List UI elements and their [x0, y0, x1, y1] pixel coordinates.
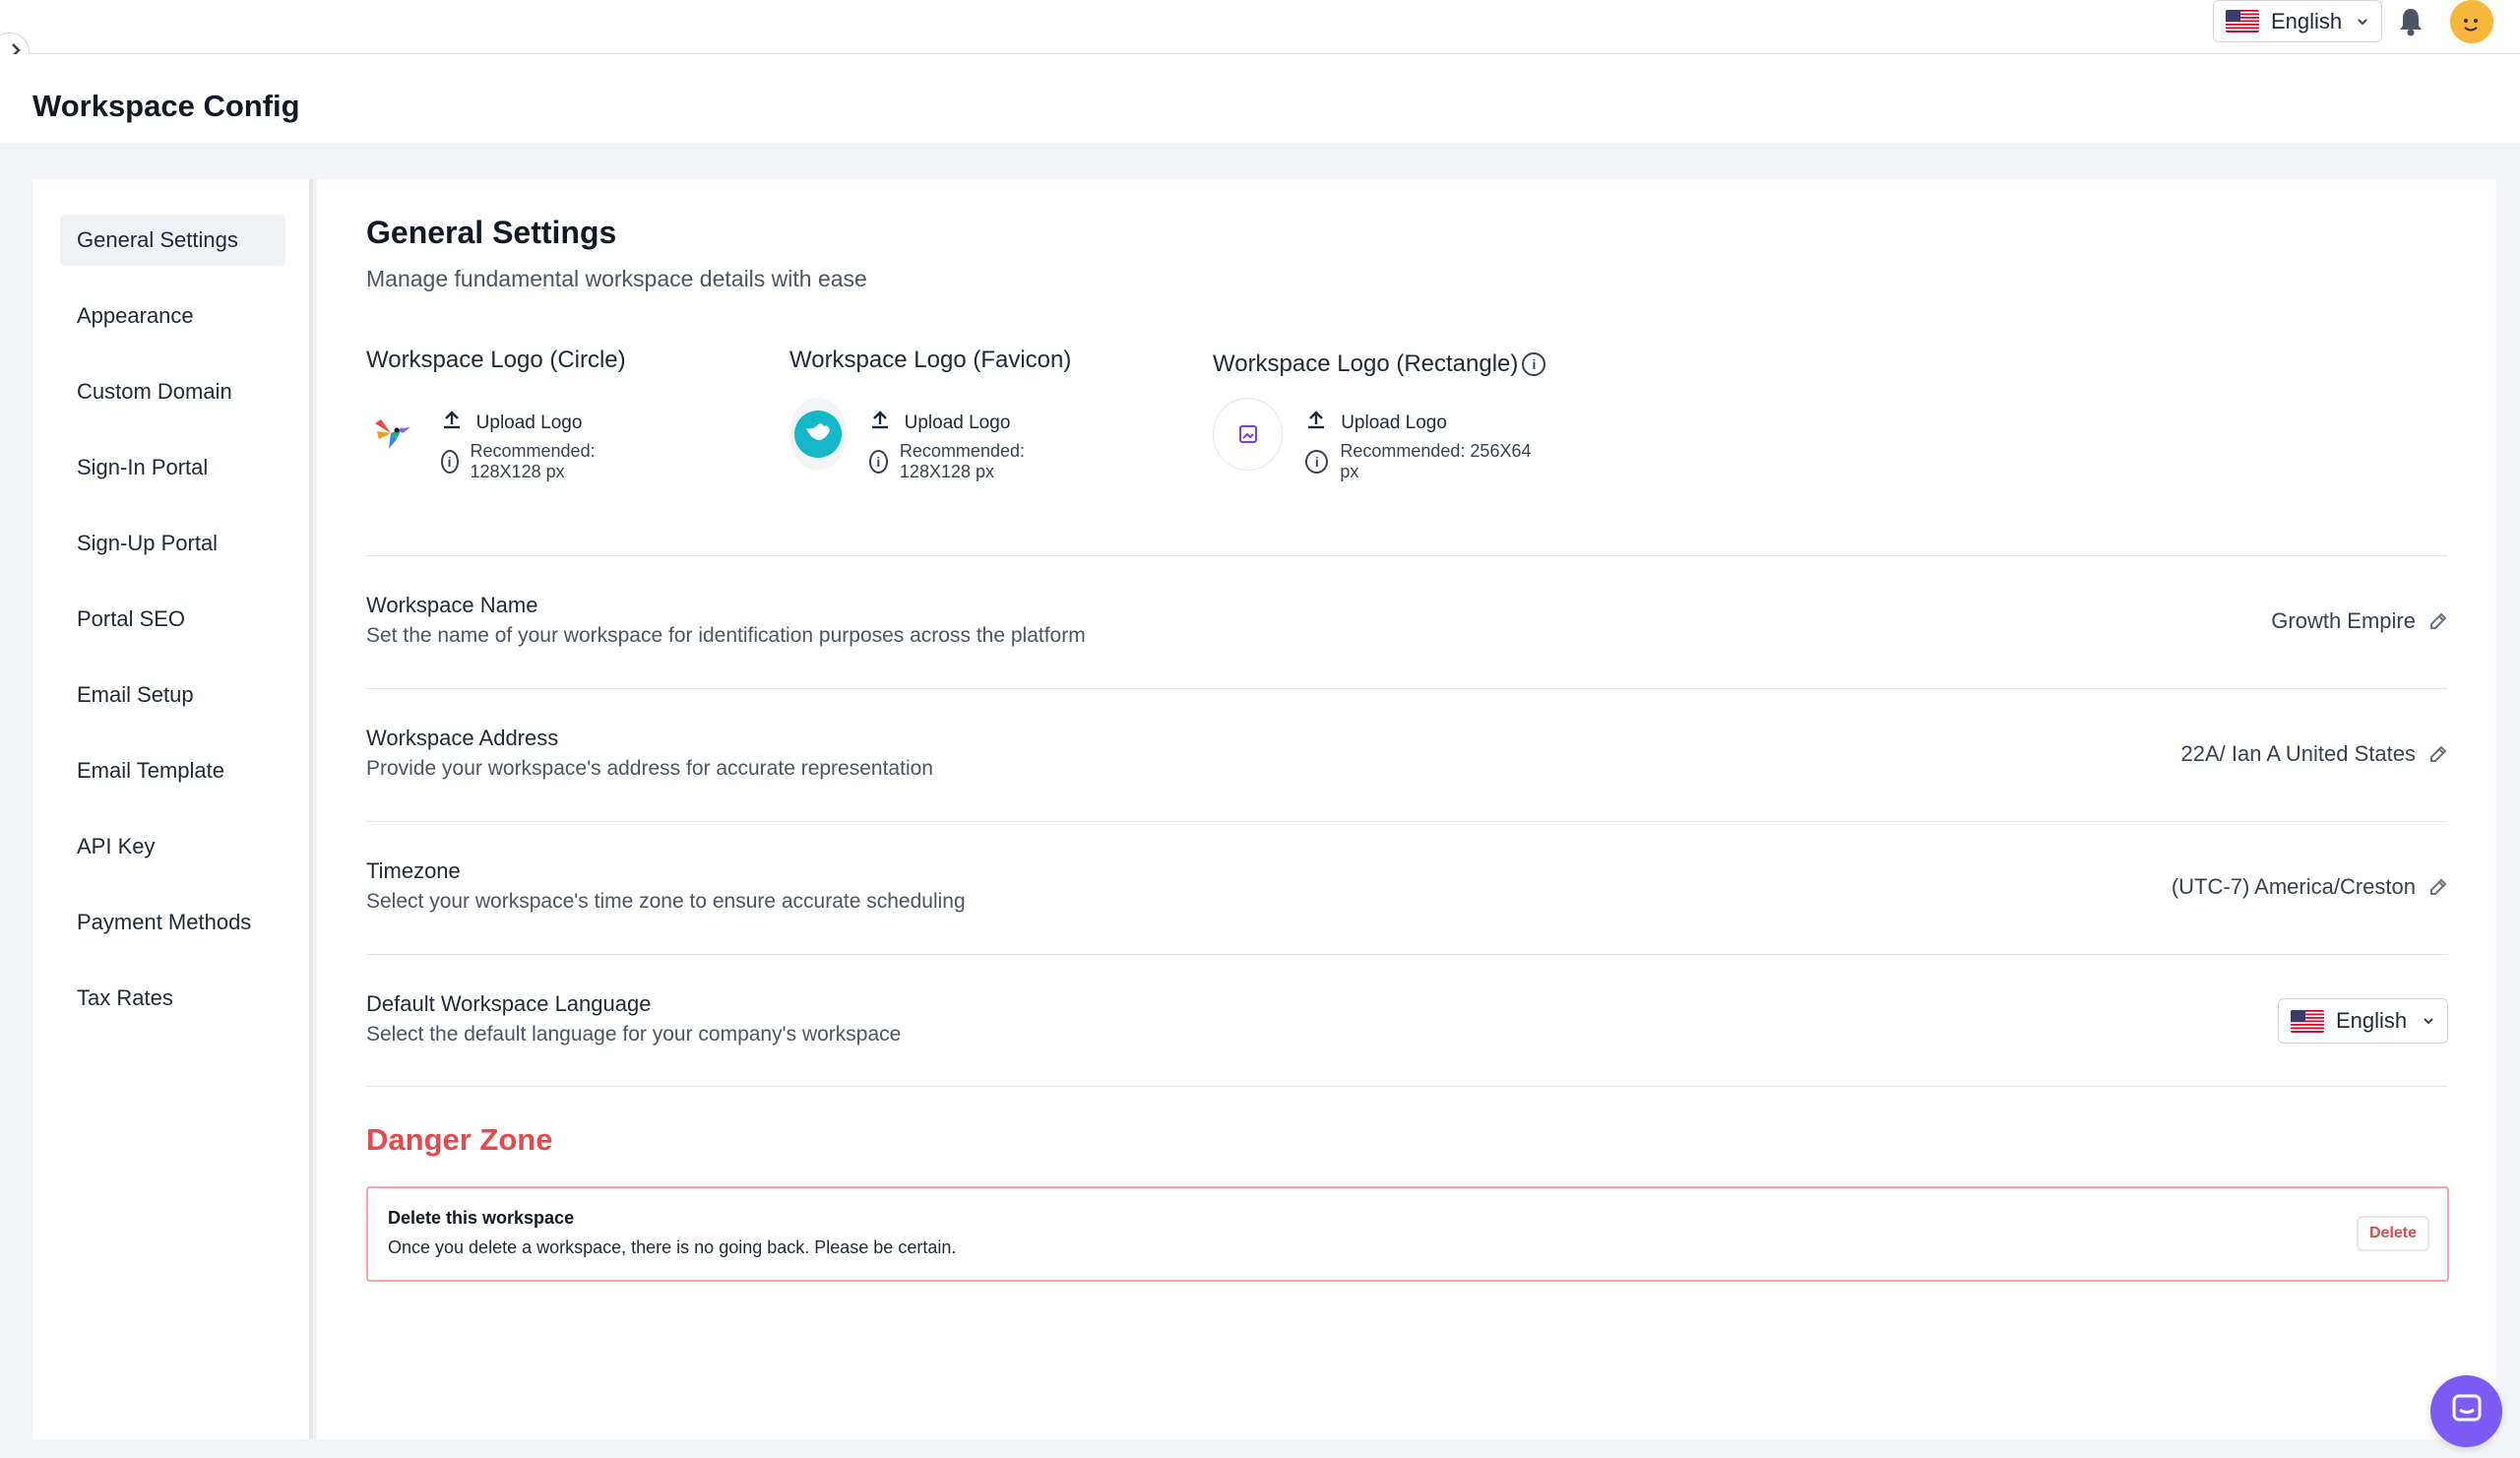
upload-logo-favicon-button[interactable]: Upload Logo [869, 410, 1072, 437]
sidebar-item-email-template[interactable]: Email Template [60, 745, 285, 796]
hummingbird-logo-icon [366, 398, 418, 471]
sidebar-item-api-key[interactable]: API Key [60, 821, 285, 872]
sidebar-item-label: Payment Methods [77, 910, 252, 934]
page-title: Workspace Config [32, 89, 300, 123]
timezone-value: (UTC-7) America/Creston [2171, 874, 2416, 899]
divider [366, 1086, 2447, 1087]
sidebar-item-label: Tax Rates [77, 985, 173, 1010]
upload-icon [1305, 410, 1327, 437]
sidebar-item-label: Sign-In Portal [77, 455, 209, 479]
logo-circle-label: Workspace Logo (Circle) [366, 347, 626, 373]
info-icon: i [440, 450, 459, 474]
delete-workspace-desc: Once you delete a workspace, there is no… [388, 1237, 957, 1257]
info-icon[interactable]: i [1522, 352, 1546, 376]
sidebar-item-sign-in-portal[interactable]: Sign-In Portal [60, 442, 285, 493]
divider [366, 954, 2447, 955]
logo-rectangle-label: Workspace Logo (Rectangle) i [1213, 350, 1546, 378]
danger-zone-title: Danger Zone [366, 1122, 553, 1157]
settings-sidebar: General Settings Appearance Custom Domai… [32, 179, 313, 1439]
default-language-desc: Select the default language for your com… [366, 1023, 902, 1046]
sidebar-item-appearance[interactable]: Appearance [60, 290, 285, 342]
chat-launcher-button[interactable] [2430, 1375, 2502, 1447]
us-flag-icon [2226, 10, 2259, 32]
sidebar-item-tax-rates[interactable]: Tax Rates [60, 973, 285, 1024]
divider [366, 688, 2447, 689]
logo-rectangle-recommendation: i Recommended: 256X64 px [1305, 441, 1545, 481]
bell-icon[interactable] [2396, 6, 2426, 37]
chevron-down-icon [2422, 1008, 2435, 1034]
section-subtitle: Manage fundamental workspace details wit… [366, 266, 867, 291]
page-header: Workspace Config [0, 54, 2520, 143]
us-flag-icon [2291, 1009, 2324, 1033]
workspace-address-desc: Provide your workspace's address for acc… [366, 757, 933, 780]
delete-workspace-button[interactable]: Delete [2357, 1216, 2429, 1251]
workspace-name-value: Growth Empire [2271, 608, 2416, 633]
language-selector[interactable]: English [2213, 0, 2382, 42]
info-icon: i [868, 450, 888, 474]
sidebar-item-custom-domain[interactable]: Custom Domain [60, 366, 285, 417]
workspace-address-value: 22A/ Ian A United States [2180, 741, 2417, 766]
sidebar-item-sign-up-portal[interactable]: Sign-Up Portal [60, 518, 285, 569]
sidebar-item-email-setup[interactable]: Email Setup [60, 669, 285, 721]
workspace-address-title: Workspace Address [366, 726, 559, 750]
upload-logo-rectangle-button[interactable]: Upload Logo [1305, 410, 1545, 437]
sidebar-item-label: Custom Domain [77, 379, 232, 404]
section-title: General Settings [366, 215, 617, 250]
logo-circle-block: Workspace Logo (Circle) Upload Logo i Re… [366, 347, 626, 481]
sidebar-item-portal-seo[interactable]: Portal SEO [60, 594, 285, 645]
main-panel: General Settings Manage fundamental work… [317, 179, 2496, 1439]
pencil-icon[interactable] [2427, 610, 2449, 632]
sidebar-item-label: Sign-Up Portal [77, 531, 219, 555]
sidebar-item-label: Email Template [77, 758, 224, 783]
logo-favicon-recommendation: i Recommended: 128X128 px [868, 441, 1072, 481]
sidebar-item-label: API Key [77, 834, 156, 858]
default-language-title: Default Workspace Language [366, 991, 652, 1016]
default-language-value: English [2336, 1008, 2408, 1033]
danger-zone-box: Delete this workspace Once you delete a … [366, 1186, 2449, 1282]
divider [366, 555, 2447, 556]
divider [366, 821, 2447, 822]
chevron-down-icon [2356, 9, 2369, 34]
sidebar-item-label: Portal SEO [77, 606, 186, 631]
delete-workspace-heading: Delete this workspace [388, 1208, 575, 1228]
upload-logo-circle-button[interactable]: Upload Logo [441, 410, 626, 437]
pencil-icon[interactable] [2427, 743, 2449, 765]
pencil-icon[interactable] [2427, 876, 2449, 898]
upload-icon [869, 410, 891, 437]
chat-icon [2450, 1392, 2484, 1430]
logo-circle-recommendation: i Recommended: 128X128 px [440, 441, 626, 481]
info-icon: i [1305, 450, 1329, 474]
avatar[interactable] [2450, 0, 2493, 43]
timezone-title: Timezone [366, 858, 461, 883]
sidebar-item-general-settings[interactable]: General Settings [60, 215, 285, 266]
timezone-desc: Select your workspace's time zone to ens… [366, 890, 966, 913]
logo-rectangle-block: Workspace Logo (Rectangle) i Upload Logo… [1213, 350, 1546, 481]
workspace-name-title: Workspace Name [366, 593, 538, 617]
sidebar-item-label: Appearance [77, 303, 194, 328]
image-placeholder-icon [1213, 398, 1284, 471]
upload-icon [441, 410, 463, 437]
language-label: English [2271, 8, 2343, 33]
workspace-name-desc: Set the name of your workspace for ident… [366, 624, 1086, 647]
sidebar-item-label: Email Setup [77, 682, 194, 707]
default-language-select[interactable]: English [2278, 998, 2448, 1044]
top-bar: English [0, 0, 2520, 54]
sidebar-item-label: General Settings [77, 227, 238, 252]
sidebar-item-payment-methods[interactable]: Payment Methods [60, 897, 285, 948]
logo-favicon-block: Workspace Logo (Favicon) Upload Logo i R… [789, 347, 1072, 481]
logo-favicon-label: Workspace Logo (Favicon) [789, 347, 1072, 373]
twitter-bird-logo-icon [789, 398, 847, 471]
